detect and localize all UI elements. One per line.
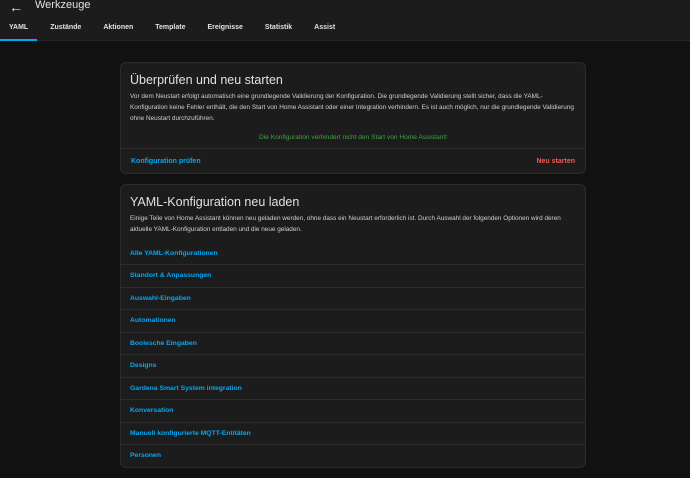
check-card-description: Vor dem Neustart erfolgt automatisch ein…	[130, 93, 574, 122]
reload-themes[interactable]: Designs	[121, 354, 585, 377]
check-card-actions: Konfiguration prüfen Neu starten	[121, 148, 585, 173]
tab-bar: YAML Zustände Aktionen Template Ereignis…	[0, 20, 348, 41]
arrow-left-icon[interactable]: ←	[9, 0, 23, 14]
reload-card-description: Einige Teile von Home Assistant können n…	[130, 215, 561, 234]
reload-input-select[interactable]: Auswahl-Eingaben	[121, 286, 585, 310]
check-restart-card: Überprüfen und neu starten Vor dem Neust…	[120, 62, 586, 175]
tab-aktionen[interactable]: Aktionen	[94, 20, 142, 40]
reload-gardena[interactable]: Gardena Smart System integration	[121, 376, 585, 400]
reload-options-list: Alle YAML-Konfigurationen Standort & Anp…	[121, 243, 585, 467]
reload-card-title: YAML-Konfiguration neu laden	[130, 195, 300, 210]
reload-conversation[interactable]: Konversation	[121, 399, 585, 422]
tab-zustaende[interactable]: Zustände	[41, 20, 90, 40]
tab-yaml[interactable]: YAML	[0, 20, 38, 41]
check-card-title: Überprüfen und neu starten	[130, 73, 283, 87]
tab-ereignisse[interactable]: Ereignisse	[199, 20, 252, 40]
reload-all-yaml[interactable]: Alle YAML-Konfigurationen	[121, 243, 585, 265]
reload-mqtt[interactable]: Manuell konfigurierte MQTT-Entitäten	[121, 421, 585, 445]
tab-template[interactable]: Template	[146, 20, 194, 40]
reload-yaml-card: YAML-Konfiguration neu laden Einige Teil…	[120, 184, 586, 468]
tab-assist[interactable]: Assist	[305, 20, 344, 40]
reload-input-boolean[interactable]: Boolesche Eingaben	[121, 331, 585, 355]
check-config-button[interactable]: Konfiguration prüfen	[131, 158, 201, 165]
top-app-bar: ← Werkzeuge YAML Zustände Aktionen Templ…	[0, 0, 690, 41]
reload-automations[interactable]: Automationen	[121, 309, 585, 332]
config-status-message: Die Konfiguration verhindert nicht den S…	[258, 134, 448, 142]
reload-location-customizations[interactable]: Standort & Anpassungen	[121, 264, 585, 287]
tab-statistik[interactable]: Statistik	[256, 20, 301, 40]
restart-button[interactable]: Neu starten	[536, 158, 575, 165]
page-title: Werkzeuge	[35, 0, 91, 11]
main-content: Überprüfen und neu starten Vor dem Neust…	[120, 62, 586, 478]
